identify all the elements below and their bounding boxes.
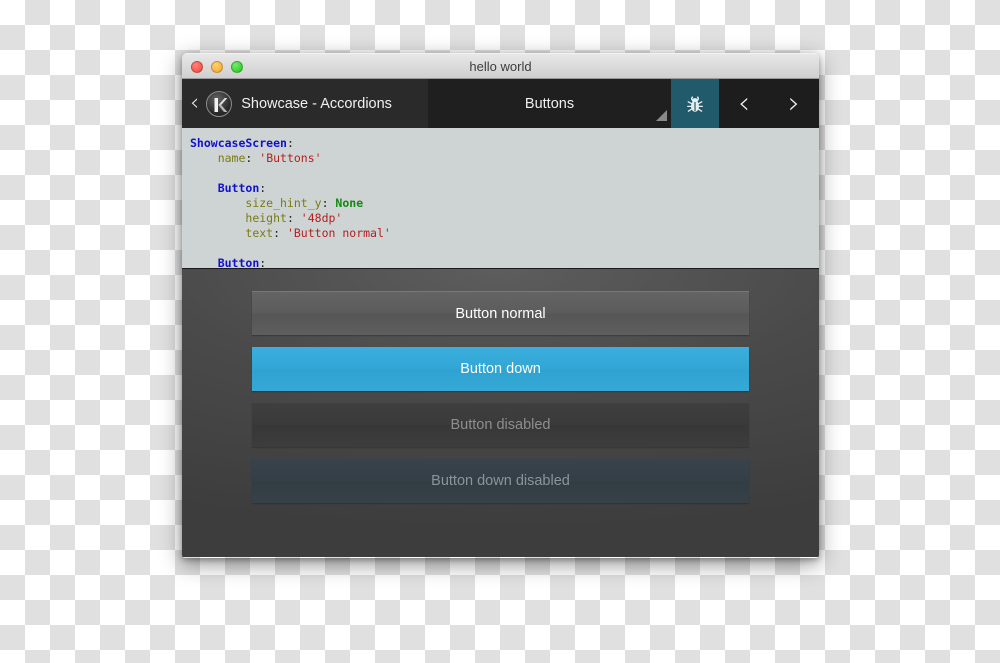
demo-area: Button normal Button down Button disabled B…: [182, 269, 819, 557]
kv-code-panel[interactable]: ShowcaseScreen: name: 'Buttons' Button: …: [182, 128, 819, 269]
demo-button-disabled: Button disabled: [252, 403, 749, 447]
window-titlebar[interactable]: hello world: [182, 53, 819, 79]
tab-buttons-label: Buttons: [524, 95, 575, 112]
window-title: hello world: [469, 59, 532, 74]
previous-screen-button[interactable]: ‹: [719, 79, 769, 128]
demo-button-down[interactable]: Button down: [252, 347, 749, 391]
demo-button-normal[interactable]: Button normal: [252, 291, 749, 335]
showcase-title: Showcase - Accordions: [241, 95, 392, 112]
app-window: hello world ‹ Showcase - Accordions Butt…: [182, 53, 819, 558]
kivy-logo-icon: [206, 90, 233, 117]
kv-code-text: ShowcaseScreen: name: 'Buttons' Button: …: [190, 136, 391, 269]
back-chevron-icon[interactable]: ‹: [184, 92, 206, 115]
button-list: Button normal Button down Button disabled B…: [252, 291, 749, 503]
next-screen-button[interactable]: ›: [769, 79, 819, 128]
app-toolbar: ‹ Showcase - Accordions Buttons ‹ ›: [182, 79, 819, 128]
resize-grip-icon[interactable]: [656, 110, 667, 121]
toolbar-left-section[interactable]: ‹ Showcase - Accordions: [182, 79, 428, 128]
tab-buttons[interactable]: Buttons: [428, 79, 671, 128]
bug-tab-button[interactable]: [671, 79, 719, 128]
bug-icon: [687, 95, 703, 112]
demo-button-down-disabled: Button down disabled: [252, 459, 749, 503]
